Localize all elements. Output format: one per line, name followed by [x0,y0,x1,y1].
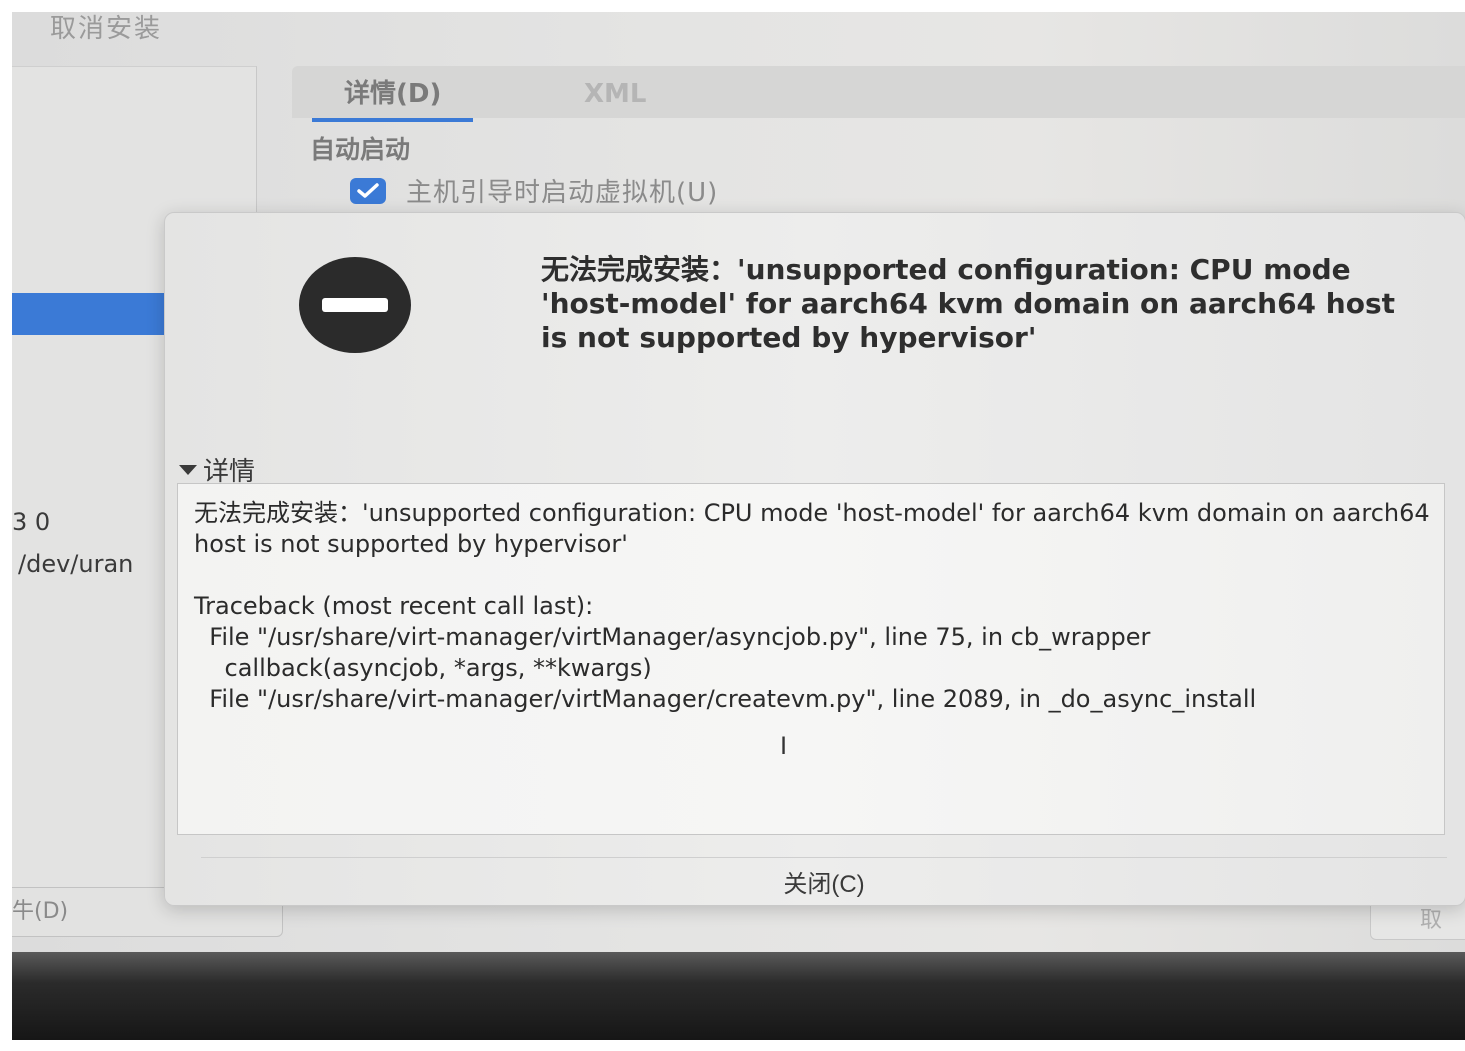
left-path-fragment: /dev/uran [18,550,134,578]
close-button[interactable]: 关闭(C) [777,863,870,900]
bottom-left-button-label: 牛(D) [12,899,69,924]
checkmark-icon [357,182,379,198]
autostart-checkbox-label: 主机引导时启动虚拟机(U) [406,178,719,208]
details-traceback: 无法完成安装：'unsupported configuration: CPU m… [194,499,1430,713]
cancel-install-title: 取消安装 [50,14,163,44]
screen: 取消安装 3 0 /dev/uran 牛(D) 取 详情(D) XML 自动启动… [12,12,1465,952]
autostart-checkbox[interactable] [350,177,386,204]
left-selected-item[interactable] [12,293,172,335]
autostart-option[interactable]: 主机引导时启动虚拟机(U) [350,172,718,209]
bottom-right-button-label: 取 [1420,908,1443,933]
error-dialog: 无法完成安装：'unsupported configuration: CPU m… [164,212,1465,906]
expander-arrow-icon [179,464,197,475]
left-text-fragment: 3 0 [12,508,51,536]
tab-details[interactable]: 详情(D) [312,74,474,122]
dialog-button-row: 关闭(C) [201,857,1447,904]
tab-xml[interactable]: XML [552,74,679,118]
monitor-bezel [12,952,1465,1040]
text-cursor-icon: I [780,732,788,760]
error-icon-bar [322,298,388,312]
details-text-area[interactable]: 无法完成安装：'unsupported configuration: CPU m… [177,483,1445,835]
tab-bar: 详情(D) XML [292,66,1465,122]
error-icon [299,257,411,353]
error-message: 无法完成安装：'unsupported configuration: CPU m… [541,253,1395,354]
autostart-heading: 自动启动 [310,135,411,164]
